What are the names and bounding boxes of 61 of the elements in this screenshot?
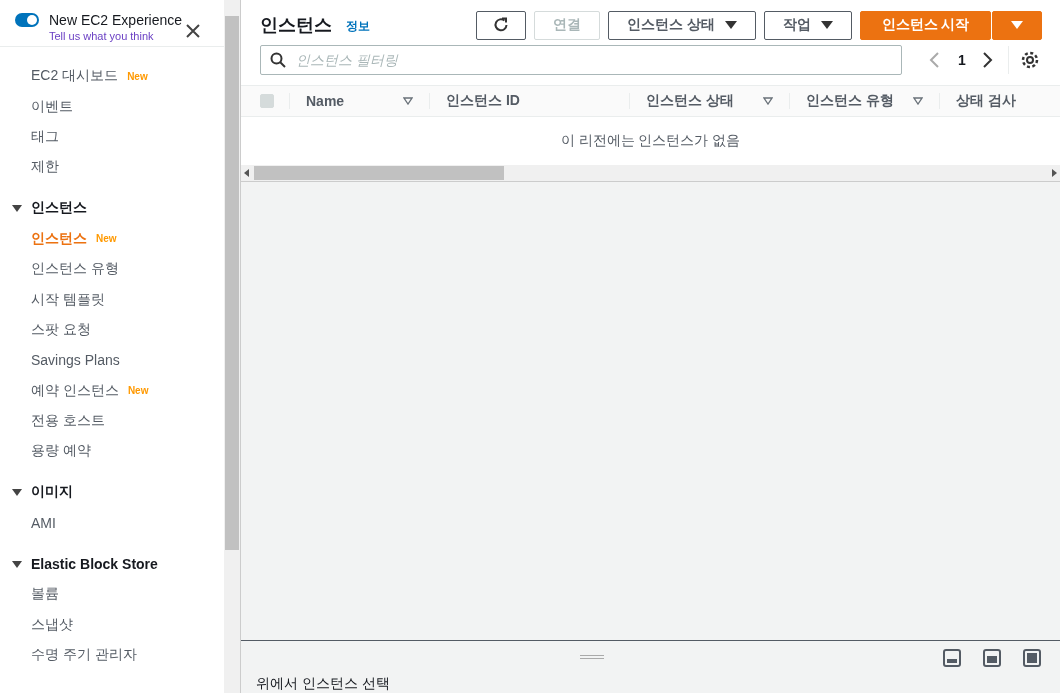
sidebar-item[interactable]: 시작 템플릿 <box>31 290 105 309</box>
caret-icon <box>12 487 22 498</box>
dropdown-button[interactable]: 작업 <box>764 10 852 40</box>
resize-handle-icon[interactable] <box>580 655 604 659</box>
sidebar-item[interactable]: Savings Plans <box>31 352 120 369</box>
sidebar-item[interactable]: 스팟 요청 <box>31 320 91 339</box>
refresh-button[interactable] <box>476 10 527 40</box>
sort-icon[interactable] <box>763 97 773 105</box>
panel-layout-icon[interactable] <box>983 649 1001 667</box>
sort-icon[interactable] <box>913 97 923 105</box>
caret-icon <box>1011 20 1023 30</box>
caret-icon <box>12 558 22 569</box>
sidebar-item[interactable]: 이벤트 <box>31 97 73 116</box>
sidebar-item[interactable]: 용량 예약 <box>31 442 91 461</box>
scroll-right-icon[interactable] <box>1051 169 1057 177</box>
page-number[interactable]: 1 <box>958 52 966 68</box>
toggle-switch[interactable] <box>15 13 39 27</box>
caret-icon <box>821 20 833 30</box>
close-icon[interactable] <box>185 23 201 39</box>
sidebar-item[interactable]: EC2 대시보드 <box>31 67 119 86</box>
new-label: New <box>127 385 149 397</box>
sidebar-item[interactable]: 태그 <box>31 127 59 146</box>
sidebar-item[interactable]: 제한 <box>31 158 59 177</box>
column-header[interactable]: Name <box>306 93 345 109</box>
page-title: 인스턴스 <box>260 14 332 37</box>
sidebar-item[interactable]: AMI <box>31 514 56 531</box>
section-header[interactable]: Elastic Block Store <box>0 548 224 580</box>
column-header[interactable]: 인스턴스 유형 <box>806 92 894 110</box>
search-icon <box>270 52 286 68</box>
info-link[interactable]: 정보 <box>346 17 370 35</box>
column-header[interactable]: 인스턴스 상태 <box>646 92 734 110</box>
experience-title: New EC2 Experience <box>49 11 183 29</box>
dropdown-button[interactable]: 인스턴스 상태 <box>608 10 756 40</box>
section-header[interactable]: 이미지 <box>0 476 224 508</box>
launch-menu-button[interactable] <box>992 10 1042 40</box>
sidebar-item[interactable]: 수명 주기 관리자 <box>31 646 137 665</box>
scrollbar[interactable] <box>224 0 241 693</box>
sidebar-item[interactable]: 볼륨 <box>31 585 59 604</box>
panel-layout-icon[interactable] <box>943 649 961 667</box>
sidebar-item[interactable]: 전용 호스트 <box>31 412 105 431</box>
settings-icon[interactable] <box>1019 50 1040 70</box>
sidebar-item[interactable]: 인스턴스 유형 <box>31 260 119 279</box>
sort-icon[interactable] <box>403 97 413 105</box>
sidebar-item[interactable]: 스냅샷 <box>31 615 73 634</box>
panel-layout-icon[interactable] <box>1023 649 1041 667</box>
column-header[interactable]: 상태 검사 <box>956 92 1016 110</box>
next-page-icon[interactable] <box>981 51 994 69</box>
new-label: New <box>127 70 148 82</box>
feedback-link[interactable]: Tell us what you think <box>49 29 183 43</box>
detail-message: 위에서 인스턴스 선택 <box>256 675 391 693</box>
section-header[interactable]: 인스턴스 <box>0 192 224 224</box>
column-header[interactable]: 인스턴스 ID <box>446 92 520 110</box>
sidebar-item[interactable]: 예약 인스턴스 <box>31 381 119 400</box>
select-all-checkbox[interactable] <box>260 94 274 108</box>
caret-icon <box>12 203 22 214</box>
empty-message: 이 리전에는 인스턴스가 없음 <box>560 132 741 150</box>
new-label: New <box>96 233 117 245</box>
caret-icon <box>725 20 737 30</box>
filter-field[interactable]: 인스턴스 필터링 <box>260 45 902 75</box>
horizontal-scrollbar[interactable] <box>241 165 1060 182</box>
scroll-left-icon[interactable] <box>244 169 250 177</box>
